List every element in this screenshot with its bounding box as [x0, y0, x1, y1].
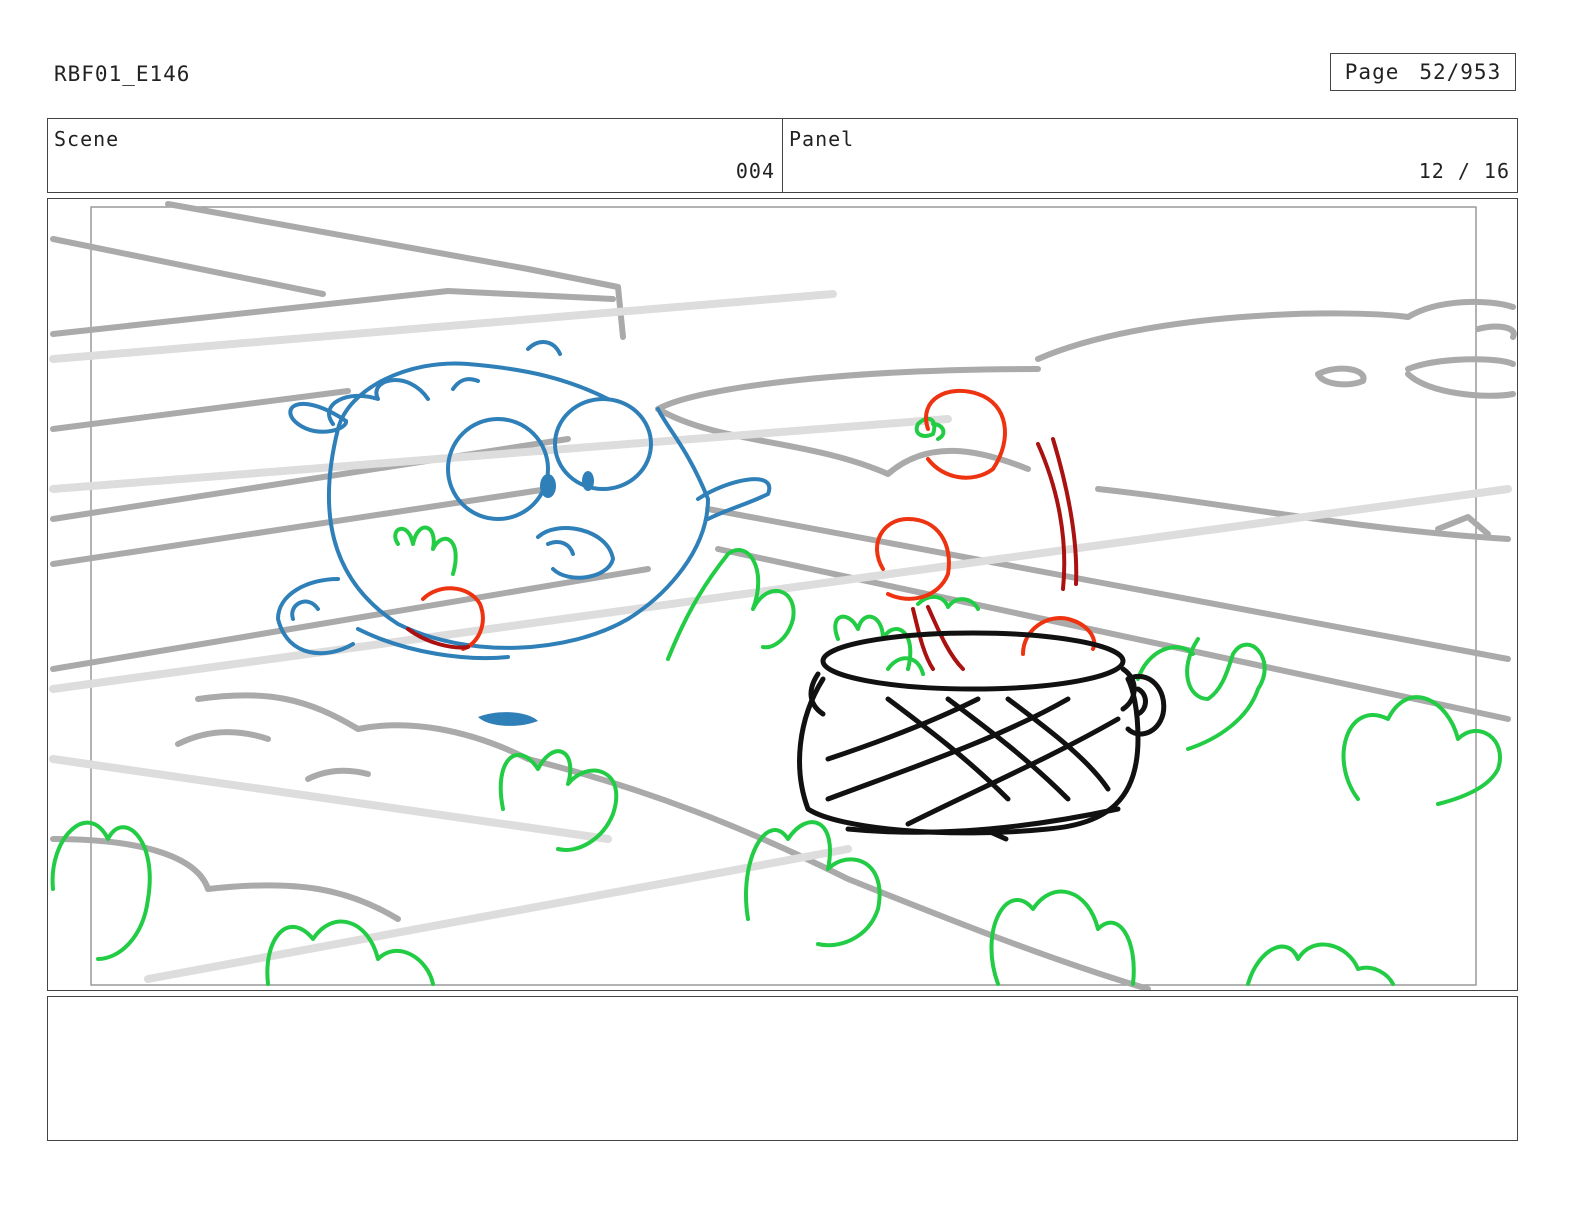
storyboard-panel [47, 198, 1518, 991]
scene-panel-info: Scene 004 Panel 12 / 16 [47, 118, 1518, 193]
panel-label: Panel [789, 127, 855, 151]
scene-label: Scene [54, 127, 120, 151]
safe-area-frame [90, 206, 1477, 986]
scene-value: 004 [735, 159, 775, 183]
character-eye-left [446, 417, 550, 521]
character-shadow [478, 712, 538, 726]
grass-tufts [50, 416, 1502, 986]
background-light-lines [49, 290, 1512, 983]
character-pupil-left [540, 474, 556, 498]
document-id: RBF01_E146 [54, 62, 191, 86]
panel-value: 12 / 16 [1418, 159, 1510, 183]
character-drawing [276, 340, 772, 661]
page-label: Page [1344, 60, 1400, 84]
panel-drawing [49, 201, 1517, 990]
page-value: 52/953 [1419, 60, 1502, 84]
scene-cell: Scene 004 [48, 119, 782, 192]
panel-cell: Panel 12 / 16 [782, 119, 1517, 192]
character-pupil-right [582, 471, 594, 491]
page-counter: Page 52/953 [1330, 53, 1516, 91]
notes-box [47, 996, 1518, 1141]
basket [797, 630, 1167, 842]
tomato-top [924, 388, 1007, 480]
background-fence [50, 201, 1517, 990]
